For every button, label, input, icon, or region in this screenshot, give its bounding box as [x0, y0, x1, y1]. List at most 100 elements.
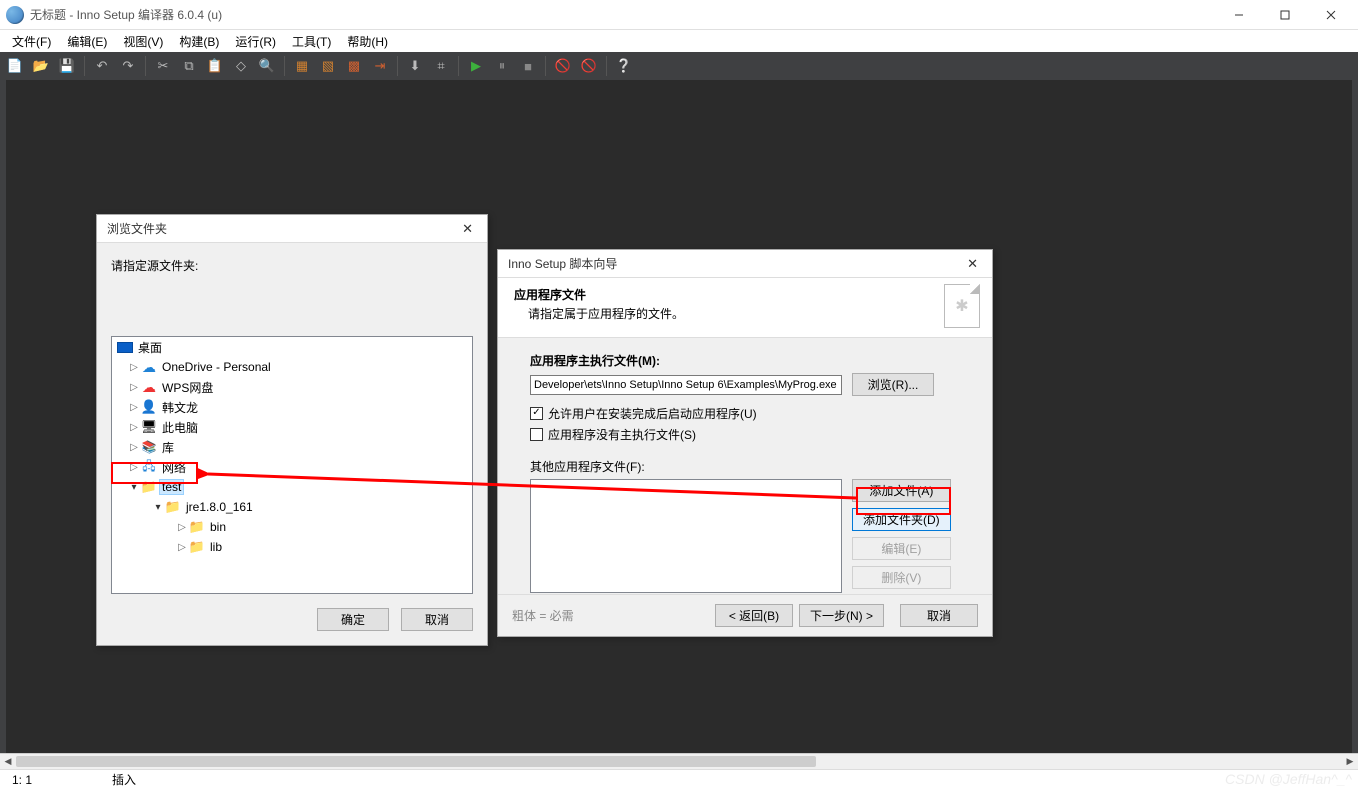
menu-tools[interactable]: 工具(T): [284, 31, 339, 52]
menu-file[interactable]: 文件(F): [4, 31, 59, 52]
tree-onedrive[interactable]: ▷OneDrive - Personal: [112, 357, 472, 377]
undo-icon[interactable]: ↶: [93, 57, 111, 75]
chevron-right-icon[interactable]: ▷: [128, 462, 140, 473]
cloud-icon: [140, 379, 158, 395]
browse-dialog-titlebar[interactable]: 浏览文件夹 ✕: [97, 215, 487, 243]
browse-button[interactable]: 浏览(R)...: [852, 373, 934, 396]
document-icon: [944, 284, 980, 328]
chevron-right-icon[interactable]: ▷: [128, 362, 140, 373]
compile2-icon[interactable]: ▧: [319, 57, 337, 75]
close-icon[interactable]: ✕: [963, 256, 982, 272]
menu-build[interactable]: 构建(B): [171, 31, 227, 52]
close-button[interactable]: [1308, 0, 1354, 30]
output-icon[interactable]: ⇥: [371, 57, 389, 75]
back-button[interactable]: < 返回(B): [715, 604, 793, 627]
cancel-button[interactable]: 取消: [401, 608, 473, 631]
window-titlebar: 无标题 - Inno Setup 编译器 6.0.4 (u): [0, 0, 1358, 30]
find-icon[interactable]: 🔍: [258, 57, 276, 75]
chevron-right-icon[interactable]: ▷: [128, 382, 140, 393]
main-exe-input[interactable]: [530, 375, 842, 395]
save-icon[interactable]: 💾: [58, 57, 76, 75]
tree-pc[interactable]: ▷此电脑: [112, 417, 472, 437]
chevron-right-icon[interactable]: ▷: [176, 542, 188, 553]
tree-jre[interactable]: ▾jre1.8.0_161: [112, 497, 472, 517]
cloud-icon: [140, 359, 158, 375]
chevron-down-icon[interactable]: ▾: [152, 502, 164, 513]
horizontal-scrollbar[interactable]: ◀ ▶: [0, 753, 1358, 769]
wizard-titlebar[interactable]: Inno Setup 脚本向导 ✕: [498, 250, 992, 278]
tree-user[interactable]: ▷韩文龙: [112, 397, 472, 417]
allow-launch-checkbox[interactable]: ✓允许用户在安装完成后启动应用程序(U): [530, 405, 757, 422]
menubar: 文件(F) 编辑(E) 视图(V) 构建(B) 运行(R) 工具(T) 帮助(H…: [0, 30, 1358, 52]
menu-view[interactable]: 视图(V): [115, 31, 171, 52]
disable1-icon[interactable]: 🚫: [554, 57, 572, 75]
chevron-down-icon[interactable]: ▾: [128, 482, 140, 493]
tree-test[interactable]: ▾test: [112, 477, 472, 497]
folder-icon: [188, 519, 206, 535]
next-button[interactable]: 下一步(N) >: [799, 604, 884, 627]
watermark: CSDN @JeffHan^_^: [1225, 771, 1352, 787]
tree-lib[interactable]: ▷库: [112, 437, 472, 457]
maximize-button[interactable]: [1262, 0, 1308, 30]
new-icon[interactable]: 📄: [6, 57, 24, 75]
menu-edit[interactable]: 编辑(E): [59, 31, 115, 52]
wizard-header-subtitle: 请指定属于应用程序的文件。: [528, 305, 976, 322]
browse-instruction: 请指定源文件夹:: [97, 243, 487, 280]
chevron-right-icon[interactable]: ▷: [128, 422, 140, 433]
tree-wps[interactable]: ▷WPS网盘: [112, 377, 472, 397]
bold-required-hint: 粗体 = 必需: [512, 607, 574, 624]
add-file-button[interactable]: 添加文件(A): [852, 479, 951, 502]
open-icon[interactable]: 📂: [32, 57, 50, 75]
hash-icon[interactable]: ⌗: [432, 57, 450, 75]
no-main-exe-checkbox[interactable]: 应用程序没有主执行文件(S): [530, 426, 696, 443]
paste-icon[interactable]: 📋: [206, 57, 224, 75]
redo-icon[interactable]: ↷: [119, 57, 137, 75]
tree-bin[interactable]: ▷bin: [112, 517, 472, 537]
disable2-icon[interactable]: 🚫: [580, 57, 598, 75]
browse-dialog-title: 浏览文件夹: [107, 220, 167, 237]
other-files-listbox[interactable]: [530, 479, 842, 593]
menu-help[interactable]: 帮助(H): [339, 31, 396, 52]
close-icon[interactable]: ✕: [458, 221, 477, 237]
chevron-right-icon[interactable]: ▷: [128, 442, 140, 453]
network-icon: [140, 459, 158, 475]
tree-lib-folder[interactable]: ▷lib: [112, 537, 472, 557]
stop-icon[interactable]: ■: [519, 57, 537, 75]
wizard-header: 应用程序文件 请指定属于应用程序的文件。: [498, 278, 992, 338]
compile3-icon[interactable]: ▩: [345, 57, 363, 75]
copy-icon[interactable]: ⧉: [180, 57, 198, 75]
compile-icon[interactable]: ▦: [293, 57, 311, 75]
delete-button[interactable]: 删除(V): [852, 566, 951, 589]
chevron-right-icon[interactable]: ▷: [176, 522, 188, 533]
other-files-label: 其他应用程序文件(F):: [530, 458, 968, 475]
run-icon[interactable]: ▶: [467, 57, 485, 75]
library-icon: [140, 439, 158, 455]
menu-run[interactable]: 运行(R): [227, 31, 284, 52]
folder-tree[interactable]: 桌面 ▷OneDrive - Personal ▷WPS网盘 ▷韩文龙 ▷此电脑…: [111, 336, 473, 594]
browse-folder-dialog: 浏览文件夹 ✕ 请指定源文件夹: 桌面 ▷OneDrive - Personal…: [96, 214, 488, 646]
chevron-right-icon[interactable]: ▷: [128, 402, 140, 413]
edit-button[interactable]: 编辑(E): [852, 537, 951, 560]
scroll-right-arrow-icon[interactable]: ▶: [1342, 754, 1358, 769]
help-icon[interactable]: ❔: [615, 57, 633, 75]
status-cursor-pos: 1: 1: [12, 773, 32, 787]
status-insert-mode: 插入: [112, 771, 136, 788]
toolbar: 📄 📂 💾 ↶ ↷ ✂ ⧉ 📋 ◇ 🔍 ▦ ▧ ▩ ⇥ ⬇ ⌗ ▶ ⏸ ■ 🚫 …: [0, 52, 1358, 80]
add-folder-button[interactable]: 添加文件夹(D): [852, 508, 951, 531]
delete-icon[interactable]: ◇: [232, 57, 250, 75]
minimize-button[interactable]: [1216, 0, 1262, 30]
folder-icon: [164, 499, 182, 515]
cut-icon[interactable]: ✂: [154, 57, 172, 75]
pause-icon[interactable]: ⏸: [493, 57, 511, 75]
tree-desktop[interactable]: 桌面: [112, 337, 472, 357]
computer-icon: [140, 419, 158, 435]
ok-button[interactable]: 确定: [317, 608, 389, 631]
folder-icon: [188, 539, 206, 555]
wizard-header-title: 应用程序文件: [514, 286, 976, 303]
scroll-left-arrow-icon[interactable]: ◀: [0, 754, 16, 769]
tree-network[interactable]: ▷网络: [112, 457, 472, 477]
cancel-button[interactable]: 取消: [900, 604, 978, 627]
app-icon: [6, 6, 24, 24]
window-title: 无标题 - Inno Setup 编译器 6.0.4 (u): [30, 6, 222, 23]
download-icon[interactable]: ⬇: [406, 57, 424, 75]
